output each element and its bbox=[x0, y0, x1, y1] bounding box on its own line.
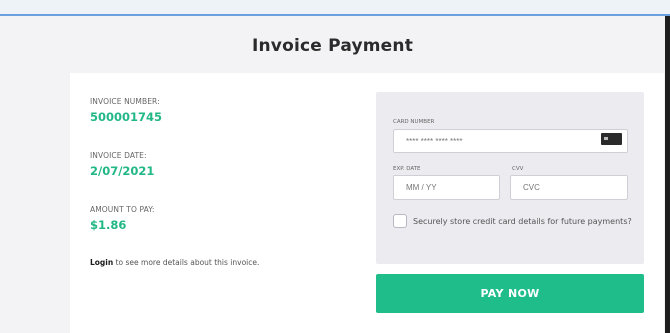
invoice-card: INVOICE NUMBER: 500001745 INVOICE DATE: … bbox=[70, 73, 664, 333]
card-number-label: CARD NUMBER bbox=[393, 119, 435, 125]
window-frame-edge bbox=[665, 16, 670, 333]
amount-value: $1.86 bbox=[90, 218, 127, 232]
invoice-date-value: 2/07/2021 bbox=[90, 164, 155, 178]
page-title: Invoice Payment bbox=[251, 36, 414, 56]
invoice-date-block: INVOICE DATE: 2/07/2021 bbox=[90, 151, 154, 178]
login-link[interactable]: Login bbox=[90, 258, 113, 267]
invoice-number-value: 500001745 bbox=[90, 110, 163, 124]
login-line: Login to see more details about this inv… bbox=[90, 258, 259, 267]
cvv-label: CVV bbox=[512, 166, 524, 172]
amount-label: AMOUNT TO PAY: bbox=[90, 205, 155, 214]
credit-card-icon bbox=[601, 133, 622, 145]
payment-panel: CARD NUMBER EXP. DATE CVV Securely store… bbox=[376, 92, 644, 264]
login-hint-text: to see more details about this invoice. bbox=[113, 258, 260, 267]
top-strip bbox=[0, 0, 670, 16]
invoice-number-block: INVOICE NUMBER: 500001745 bbox=[90, 97, 162, 124]
pay-now-button[interactable]: PAY NOW bbox=[376, 274, 644, 313]
exp-date-input[interactable] bbox=[393, 175, 500, 200]
invoice-date-label: INVOICE DATE: bbox=[90, 151, 147, 160]
invoice-number-label: INVOICE NUMBER: bbox=[90, 97, 160, 106]
exp-date-label: EXP. DATE bbox=[393, 166, 421, 172]
card-number-input[interactable] bbox=[393, 129, 628, 153]
cvv-input[interactable] bbox=[510, 175, 628, 200]
amount-block: AMOUNT TO PAY: $1.86 bbox=[90, 205, 155, 232]
store-card-label: Securely store credit card details for f… bbox=[413, 217, 632, 226]
